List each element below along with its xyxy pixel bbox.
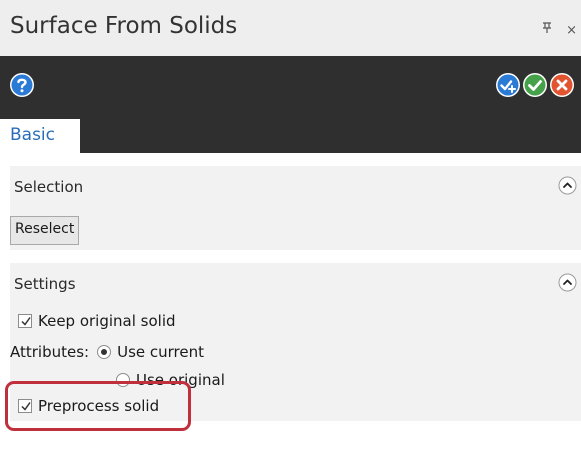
surface-from-solids-panel: Surface From Solids × Basic Selection Re…	[0, 0, 581, 473]
tab-basic[interactable]: Basic	[0, 119, 80, 153]
use-original-radio[interactable]	[116, 373, 130, 387]
attributes-row: Attributes: Use current	[10, 343, 204, 361]
preprocess-label: Preprocess solid	[38, 397, 160, 415]
selection-section: Selection Reselect	[10, 166, 581, 250]
settings-section: Settings Keep original solid Attributes:…	[10, 263, 581, 421]
collapse-settings-icon[interactable]	[558, 273, 577, 292]
use-original-label: Use original	[136, 371, 225, 389]
toolbar	[0, 56, 581, 113]
title-actions: ×	[532, 22, 577, 38]
use-original-option[interactable]: Use original	[116, 371, 225, 389]
settings-section-title: Settings	[14, 275, 76, 293]
help-icon[interactable]	[9, 72, 35, 98]
collapse-selection-icon[interactable]	[558, 176, 577, 195]
keep-original-label: Keep original solid	[38, 312, 176, 330]
use-current-label: Use current	[117, 343, 205, 361]
selection-section-title: Selection	[14, 178, 84, 196]
preprocess-option[interactable]: Preprocess solid	[18, 397, 159, 415]
reselect-button[interactable]: Reselect	[10, 216, 80, 245]
apply-icon[interactable]	[495, 72, 521, 98]
use-current-radio[interactable]	[97, 345, 112, 359]
panel-title: Surface From Solids	[10, 13, 238, 39]
close-icon[interactable]: ×	[566, 23, 577, 38]
tab-strip: Basic	[0, 113, 581, 153]
cancel-icon[interactable]	[549, 72, 575, 98]
ok-icon[interactable]	[522, 72, 548, 98]
keep-original-checkbox[interactable]	[18, 314, 32, 328]
preprocess-checkbox[interactable]	[18, 399, 32, 413]
title-bar: Surface From Solids ×	[0, 0, 581, 56]
keep-original-option[interactable]: Keep original solid	[18, 312, 176, 330]
attributes-label: Attributes:	[10, 343, 90, 361]
pin-icon[interactable]	[542, 22, 552, 38]
